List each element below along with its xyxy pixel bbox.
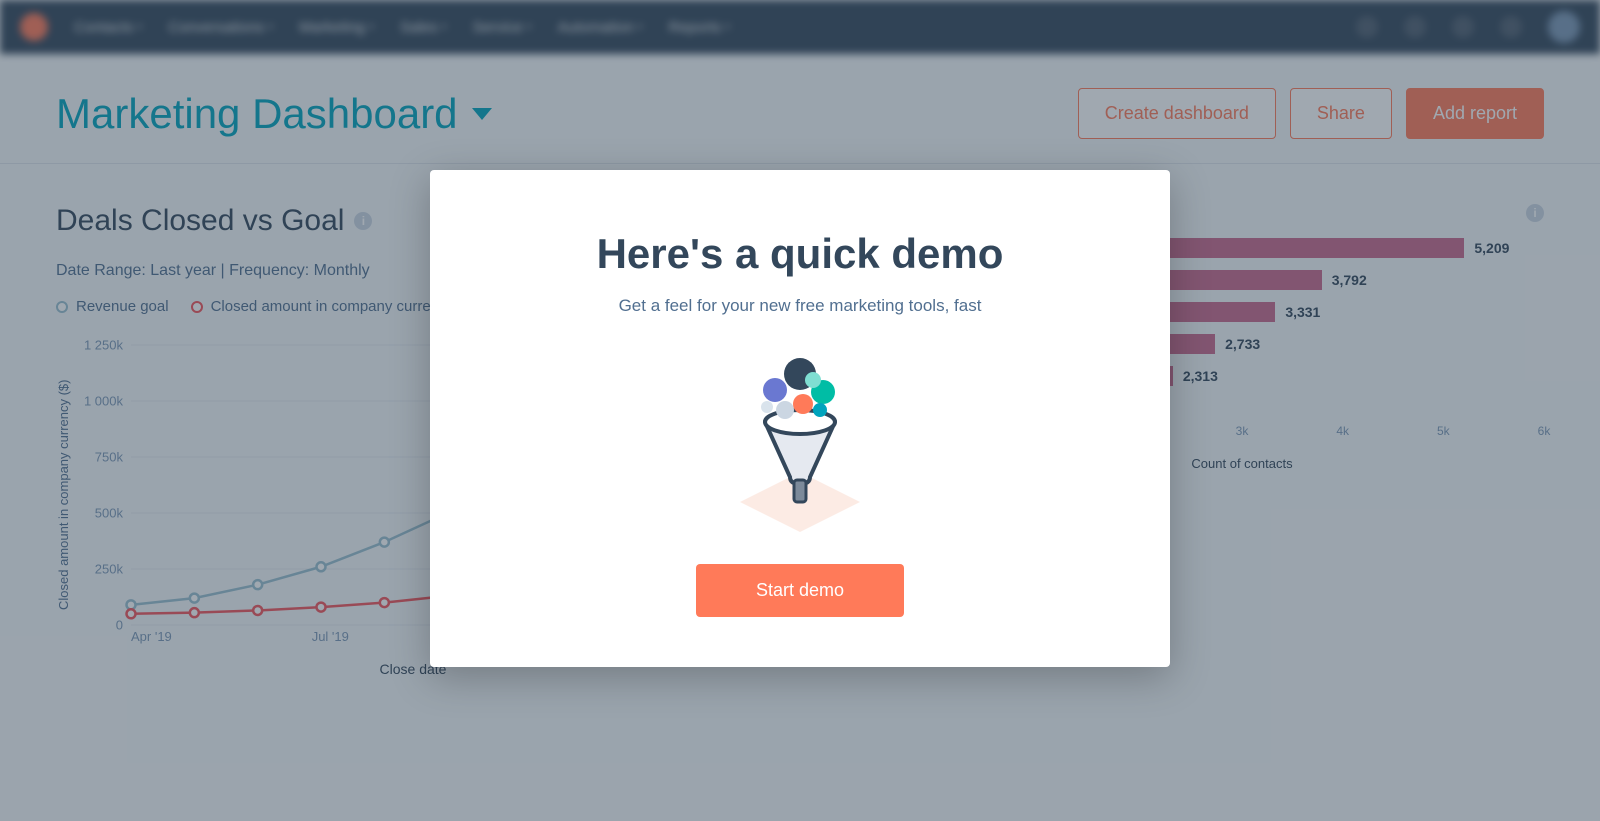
modal-subtitle: Get a feel for your new free marketing t… — [470, 296, 1130, 316]
funnel-illustration-icon — [715, 352, 885, 532]
quick-demo-modal: Here's a quick demo Get a feel for your … — [430, 170, 1170, 667]
modal-title: Here's a quick demo — [470, 230, 1130, 278]
start-demo-button[interactable]: Start demo — [696, 564, 904, 617]
